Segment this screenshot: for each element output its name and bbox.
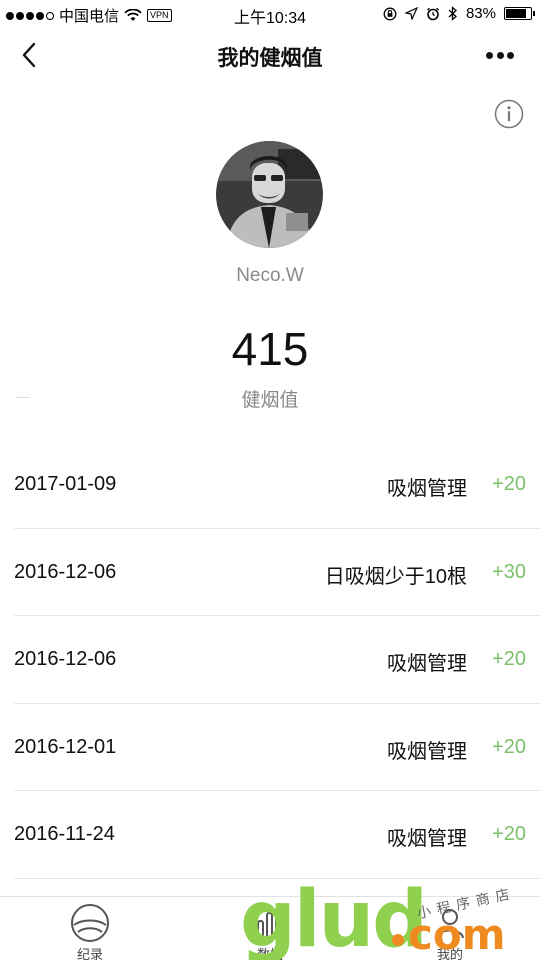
more-dots-icon <box>486 51 493 59</box>
avatar <box>216 141 323 248</box>
record-date: 2016-11-24 <box>14 823 115 845</box>
status-right: 83% <box>383 5 535 22</box>
score-value: 415 <box>231 323 309 375</box>
record-description: 日吸烟少于10根 <box>324 565 467 588</box>
list-item[interactable]: 2016-12-06 吸烟管理 +20 <box>0 616 540 704</box>
list-item[interactable]: 2017-01-09 吸烟管理 +20 <box>0 441 540 529</box>
record-description: 吸烟管理 <box>387 653 467 675</box>
record-points: +30 <box>492 560 526 583</box>
watermark-dot <box>392 934 404 946</box>
score-label: 健烟值 <box>241 390 299 411</box>
status-bar: 中国电信 VPN 上午10:34 83% <box>0 0 540 28</box>
record-date: 2016-12-06 <box>14 560 117 583</box>
avatar-photo <box>216 141 323 248</box>
user-name: Neco.W <box>236 265 304 286</box>
record-description: 吸烟管理 <box>387 828 467 850</box>
divider <box>16 397 30 398</box>
battery-percent: 83% <box>465 5 496 22</box>
info-button[interactable] <box>494 99 524 129</box>
watermark-logo: glud com 小程序商店 <box>240 875 540 960</box>
bluetooth-icon <box>448 6 457 21</box>
list-item[interactable]: 2016-12-06 日吸烟少于10根 +30 <box>0 529 540 617</box>
record-points: +20 <box>492 823 526 845</box>
info-circle-icon <box>494 99 524 129</box>
list-item[interactable]: 2016-11-24 吸烟管理 +20 <box>0 791 540 879</box>
record-points: +20 <box>492 648 526 670</box>
battery-icon <box>504 7 535 20</box>
record-description: 吸烟管理 <box>387 478 467 500</box>
page-title: 我的健烟值 <box>217 47 323 70</box>
nav-bar: 我的健烟值 <box>0 28 540 84</box>
rotation-lock-icon <box>383 7 397 20</box>
watermark-brand: glud <box>240 875 428 960</box>
record-description: 吸烟管理 <box>387 740 467 763</box>
tab-label: 纪录 <box>76 947 103 960</box>
tab-record[interactable]: 纪录 <box>50 901 130 960</box>
more-button[interactable] <box>480 42 520 68</box>
record-date: 2016-12-01 <box>14 735 117 758</box>
record-date: 2016-12-06 <box>14 648 117 670</box>
record-points: +20 <box>492 473 526 495</box>
alarm-clock-icon <box>427 7 439 20</box>
record-date: 2017-01-09 <box>14 473 117 495</box>
list-item[interactable]: 2016-12-01 吸烟管理 +20 <box>0 704 540 792</box>
record-icon <box>71 904 109 942</box>
location-arrow-icon <box>404 7 418 20</box>
record-list: 2017-01-09 吸烟管理 +20 2016-12-06 日吸烟少于10根 … <box>0 441 540 879</box>
record-points: +20 <box>492 735 526 758</box>
